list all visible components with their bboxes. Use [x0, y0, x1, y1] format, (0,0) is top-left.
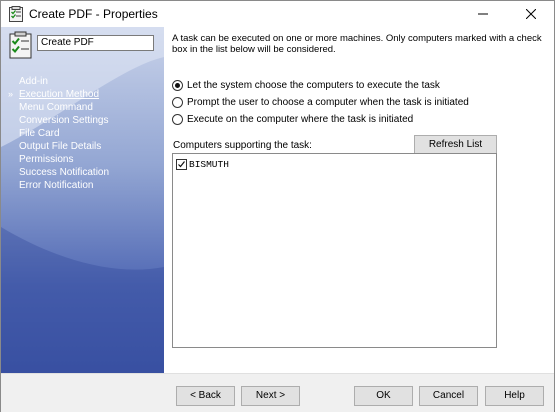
close-button[interactable] — [508, 1, 554, 27]
radio-selected-icon[interactable] — [172, 79, 183, 91]
radio-prompt-user[interactable]: Prompt the user to choose a computer whe… — [172, 95, 469, 109]
radio-label: Let the system choose the computers to e… — [187, 79, 440, 91]
main-panel: A task can be executed on one or more ma… — [164, 27, 554, 373]
radio-system-choose[interactable]: Let the system choose the computers to e… — [172, 78, 440, 92]
task-name-field[interactable]: Create PDF — [37, 35, 154, 51]
properties-dialog: Create PDF - Properties Create PDF Add-i… — [0, 0, 555, 412]
computers-label: Computers supporting the task: — [173, 140, 312, 151]
minimize-button[interactable] — [460, 1, 506, 27]
checkbox-checked-icon[interactable] — [176, 158, 187, 170]
sidebar-item-permissions[interactable]: Permissions — [1, 153, 164, 166]
computer-name: BISMUTH — [189, 158, 229, 170]
sidebar-item-menu-command[interactable]: Menu Command — [1, 101, 164, 114]
sidebar-item-label: Conversion Settings — [19, 115, 109, 126]
radio-icon[interactable] — [172, 113, 183, 125]
refresh-list-button[interactable]: Refresh List — [414, 135, 497, 154]
title-bar[interactable]: Create PDF - Properties — [1, 1, 554, 27]
sidebar-item-label: Output File Details — [19, 141, 102, 152]
sidebar-item-label: Permissions — [19, 154, 74, 165]
description-text: A task can be executed on one or more ma… — [172, 33, 542, 55]
active-bullet-icon: » — [8, 89, 14, 99]
sidebar: Create PDF Add-in » Execution Method Menu… — [1, 27, 164, 373]
help-button[interactable]: Help — [485, 386, 544, 406]
computer-list[interactable]: BISMUTH — [172, 153, 497, 348]
sidebar-item-label: Menu Command — [19, 102, 93, 113]
cancel-button[interactable]: Cancel — [419, 386, 478, 406]
sidebar-item-execution-method[interactable]: » Execution Method — [1, 88, 164, 101]
sidebar-item-conversion-settings[interactable]: Conversion Settings — [1, 114, 164, 127]
task-icon — [9, 6, 23, 22]
window-title: Create PDF - Properties — [29, 7, 158, 21]
sidebar-item-label: Add-in — [19, 76, 48, 87]
sidebar-item-label: File Card — [19, 128, 60, 139]
next-button[interactable]: Next > — [241, 386, 300, 406]
button-bar: < Back Next > OK Cancel Help — [1, 373, 554, 412]
back-button[interactable]: < Back — [176, 386, 235, 406]
list-item[interactable]: BISMUTH — [176, 158, 229, 170]
sidebar-item-file-card[interactable]: File Card — [1, 127, 164, 140]
sidebar-nav: Add-in » Execution Method Menu Command Co… — [1, 75, 164, 192]
radio-label: Execute on the computer where the task i… — [187, 113, 414, 125]
close-icon — [526, 9, 536, 19]
radio-execute-local[interactable]: Execute on the computer where the task i… — [172, 112, 413, 126]
radio-label: Prompt the user to choose a computer whe… — [187, 96, 469, 108]
sidebar-item-output-file-details[interactable]: Output File Details — [1, 140, 164, 153]
sidebar-item-label: Success Notification — [19, 167, 110, 178]
sidebar-item-error-notification[interactable]: Error Notification — [1, 179, 164, 192]
sidebar-item-success-notification[interactable]: Success Notification — [1, 166, 164, 179]
checklist-icon — [9, 31, 33, 59]
sidebar-item-label: Execution Method — [19, 89, 100, 100]
ok-button[interactable]: OK — [354, 386, 413, 406]
sidebar-item-label: Error Notification — [19, 180, 94, 191]
minimize-icon — [478, 13, 488, 15]
radio-icon[interactable] — [172, 96, 183, 108]
sidebar-item-add-in[interactable]: Add-in — [1, 75, 164, 88]
